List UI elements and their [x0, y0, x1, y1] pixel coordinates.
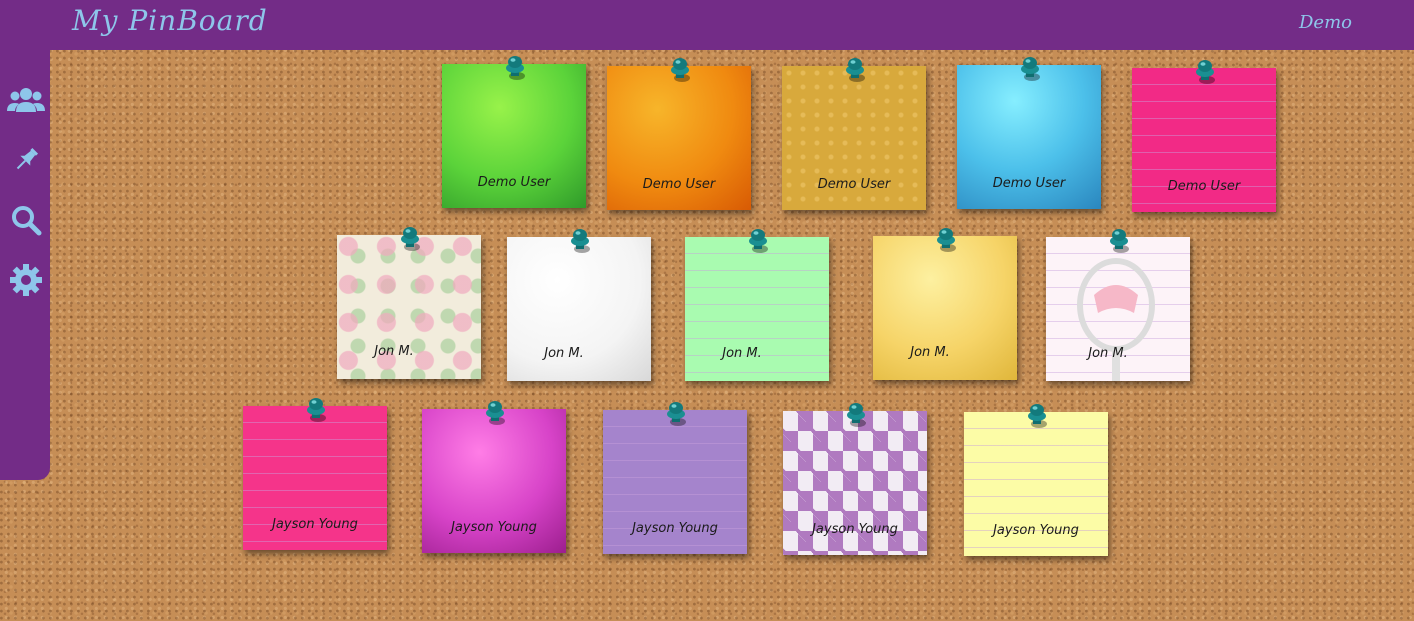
pushpin-icon: [1110, 229, 1129, 253]
note-author: Jayson Young: [993, 523, 1079, 538]
sticky-note[interactable]: Jon M.: [507, 229, 651, 381]
sticky-note[interactable]: Demo User: [1132, 60, 1276, 212]
pushpin-icon: [937, 228, 956, 252]
note-author: Demo User: [817, 177, 891, 192]
note-author: Demo User: [1167, 179, 1241, 194]
note-author: Jon M.: [544, 346, 584, 361]
sticky-note[interactable]: Demo User: [607, 58, 751, 210]
sticky-note[interactable]: Jon M.: [1046, 229, 1190, 381]
note-author: Demo User: [992, 176, 1066, 191]
pinboard: Demo User Demo User Demo User Demo User …: [0, 0, 1414, 621]
note-author: Jayson Young: [812, 522, 898, 537]
pushpin-icon: [1021, 57, 1040, 81]
sticky-note[interactable]: Jayson Young: [422, 401, 566, 553]
note-author: Jon M.: [1088, 346, 1128, 361]
pushpin-icon: [749, 229, 768, 253]
note-author: Jon M.: [910, 345, 950, 360]
note-author: Jon M.: [722, 346, 762, 361]
sticky-note[interactable]: Jon M.: [873, 228, 1017, 380]
sticky-note[interactable]: Jon M.: [685, 229, 829, 381]
note-author: Jayson Young: [632, 521, 718, 536]
pushpin-icon: [571, 229, 590, 253]
sticky-note[interactable]: Jayson Young: [243, 398, 387, 550]
pushpin-icon: [1028, 404, 1047, 428]
sticky-note[interactable]: Demo User: [782, 58, 926, 210]
sticky-note[interactable]: Jayson Young: [964, 404, 1108, 556]
note-author: Jon M.: [374, 344, 414, 359]
note-author: Jayson Young: [272, 517, 358, 532]
sticky-note[interactable]: Demo User: [442, 56, 586, 208]
sticky-note[interactable]: Demo User: [957, 57, 1101, 209]
sticky-note[interactable]: Jon M.: [337, 227, 481, 379]
note-author: Demo User: [477, 175, 551, 190]
pushpin-icon: [401, 227, 420, 251]
sticky-note[interactable]: Jayson Young: [783, 403, 927, 555]
pushpin-icon: [667, 402, 686, 426]
pushpin-icon: [307, 398, 326, 422]
pushpin-icon: [506, 56, 525, 80]
pushpin-icon: [847, 403, 866, 427]
pushpin-icon: [486, 401, 505, 425]
sticky-note[interactable]: Jayson Young: [603, 402, 747, 554]
mirror-illustration: [1077, 258, 1155, 381]
note-author: Jayson Young: [451, 520, 537, 535]
note-author: Demo User: [642, 177, 716, 192]
pushpin-icon: [846, 58, 865, 82]
pushpin-icon: [671, 58, 690, 82]
pushpin-icon: [1196, 60, 1215, 84]
